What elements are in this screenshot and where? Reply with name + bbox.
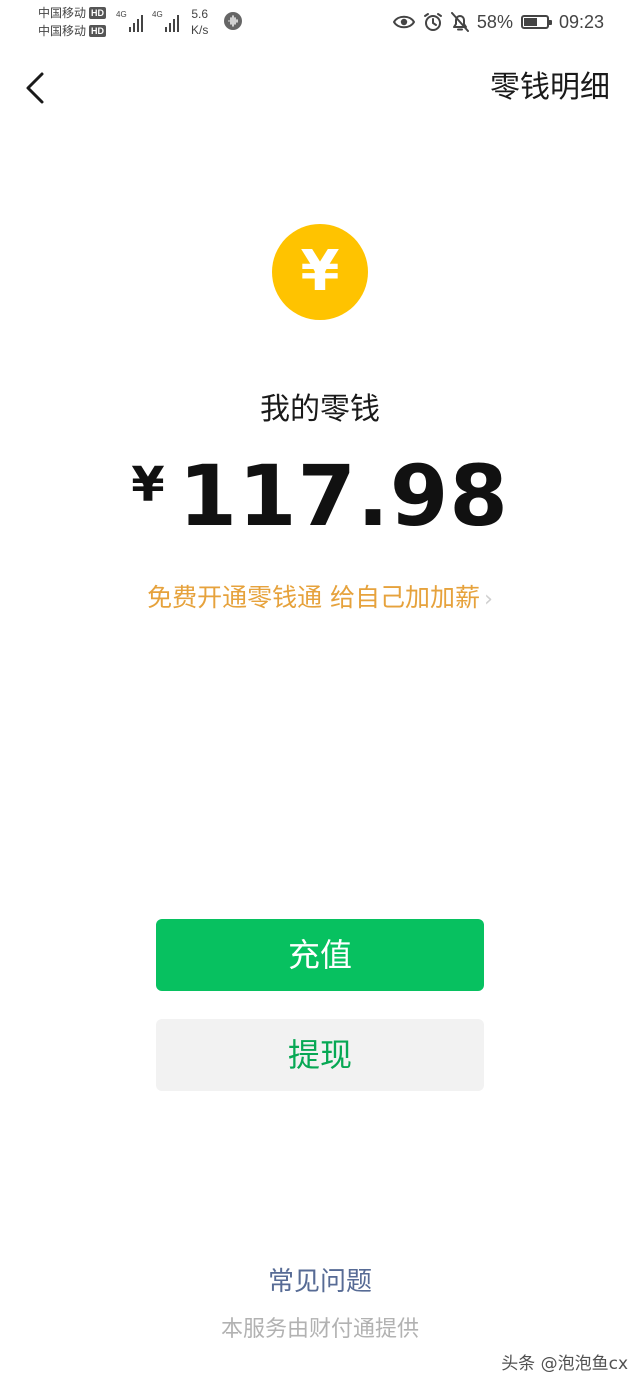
promo-text: 免费开通零钱通 给自己加加薪 — [147, 583, 481, 612]
service-provider-note: 本服务由财付通提供 — [220, 1317, 419, 1342]
carrier-info: 中国移动 HD 中国移动 HD — [38, 4, 107, 40]
signal-strength-icon-1: 4G — [116, 8, 145, 32]
faq-link[interactable]: 常见问题 — [0, 1262, 640, 1302]
clock-time: 09:23 — [558, 11, 604, 32]
balance-label: 我的零钱 — [260, 392, 380, 427]
page-header: 零钱明细 — [0, 56, 640, 120]
withdraw-button[interactable]: 提现 — [156, 1019, 484, 1091]
balance-amount: 117.98 — [178, 447, 509, 545]
carrier-name-2: 中国移动 — [38, 24, 87, 38]
carrier-name-1: 中国移动 — [38, 6, 87, 20]
yuan-coin-icon: ¥ — [272, 224, 368, 320]
network-speed-unit: K/s — [191, 23, 209, 37]
lingqiantong-promo-link[interactable]: 免费开通零钱通 给自己加加薪 › — [0, 580, 640, 618]
back-button[interactable] — [18, 68, 54, 108]
currency-symbol: ¥ — [131, 457, 165, 513]
battery-level-fill — [523, 18, 537, 26]
network-type-2: 4G — [152, 10, 163, 19]
network-speed: 5.6 K/s — [191, 6, 208, 38]
bell-off-icon — [450, 12, 469, 32]
alarm-icon — [423, 12, 443, 32]
battery-percent: 58% — [476, 11, 513, 32]
signal-strength-icon-2: 4G — [152, 8, 181, 32]
chevron-right-icon: › — [484, 587, 493, 612]
battery-icon — [520, 15, 552, 29]
balance-details-link[interactable]: 零钱明细 — [490, 68, 610, 108]
balance-display: ¥117.98 — [0, 448, 640, 544]
recharge-button[interactable]: 充值 — [156, 919, 484, 991]
chevron-left-icon — [26, 72, 44, 104]
eye-icon — [392, 14, 415, 30]
system-status: 58% 09:23 — [392, 10, 604, 34]
watermark: 头条 @泡泡鱼cx — [501, 1354, 628, 1374]
hd-badge-2: HD — [89, 25, 107, 37]
status-bar: 中国移动 HD 中国移动 HD 4G 4G 5.6 K/s 58% 09:23 — [0, 0, 640, 44]
audio-wave-icon — [224, 12, 242, 30]
network-speed-value: 5.6 — [191, 7, 209, 21]
hd-badge-1: HD — [89, 7, 107, 19]
network-type-1: 4G — [116, 10, 127, 19]
